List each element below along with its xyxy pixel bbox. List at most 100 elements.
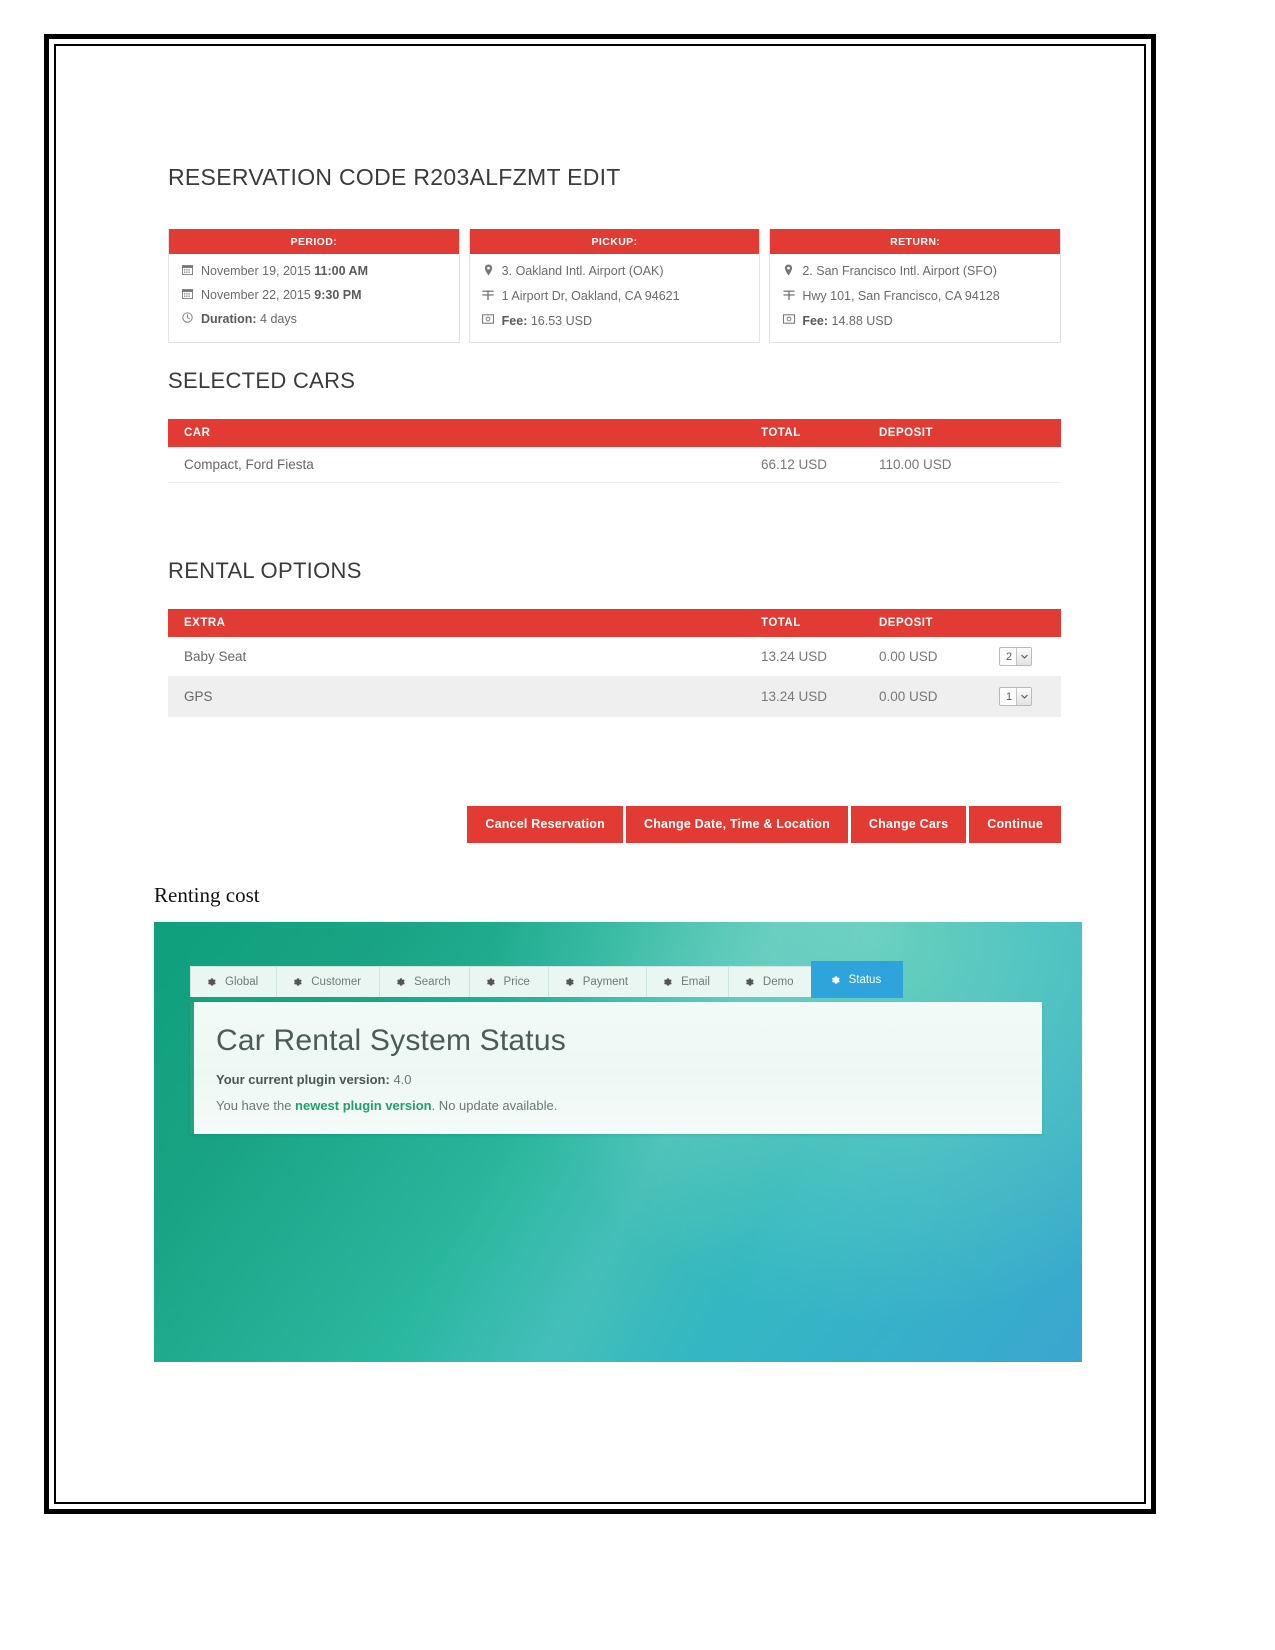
selected-car-spacer	[999, 447, 1061, 483]
plugin-screenshot-figure: Global Customer Search Price Payment Ema…	[154, 922, 1082, 1362]
return-address-row: Hwy 101, San Francisco, CA 94128	[770, 285, 1060, 310]
tab-payment[interactable]: Payment	[547, 966, 648, 997]
gear-icon	[291, 976, 303, 988]
gear-icon	[829, 974, 841, 986]
selected-cars-title: SELECTED CARS	[168, 368, 356, 393]
period-end-row: November 22, 2015 9:30 PM	[169, 284, 459, 308]
rental-option-name-gps: GPS	[168, 676, 761, 717]
gear-icon	[205, 976, 217, 988]
tab-email-label: Email	[681, 976, 710, 988]
period-end-text: November 22, 2015 9:30 PM	[201, 287, 362, 302]
road-icon	[482, 289, 495, 306]
road-icon	[782, 289, 795, 306]
rental-options-col-qty	[999, 609, 1061, 637]
return-location-row: 2. San Francisco Intl. Airport (SFO)	[770, 260, 1060, 285]
panel-pickup: PICKUP: 3. Oakland Intl. Airport (OAK) 1…	[468, 229, 761, 343]
return-address-text: Hwy 101, San Francisco, CA 94128	[802, 288, 1000, 303]
map-pin-icon	[782, 264, 795, 281]
chevron-down-icon[interactable]	[1016, 648, 1032, 665]
rental-option-deposit-gps: 0.00 USD	[879, 676, 999, 717]
pickup-fee-row: Fee: 16.53 USD	[470, 310, 760, 334]
rental-option-qty-cell-gps: 1	[999, 676, 1061, 717]
tab-customer[interactable]: Customer	[276, 966, 381, 997]
panel-return-title: RETURN:	[770, 229, 1061, 254]
plugin-update-line: You have the newest plugin version. No u…	[194, 1087, 1042, 1113]
plugin-settings-tabbar: Global Customer Search Price Payment Ema…	[190, 962, 903, 997]
quantity-value-baby-seat: 2	[1006, 650, 1013, 663]
table-row: Baby Seat 13.24 USD 0.00 USD 2	[168, 637, 1061, 677]
plugin-update-suffix: . No update available.	[431, 1098, 558, 1113]
quantity-value-gps: 1	[1006, 690, 1013, 703]
tab-global[interactable]: Global	[190, 966, 278, 997]
clock-icon	[181, 312, 194, 328]
selected-cars-table: CAR TOTAL DEPOSIT Compact, Ford Fiesta 6…	[168, 419, 1061, 483]
table-row: Compact, Ford Fiesta 66.12 USD 110.00 US…	[168, 447, 1061, 483]
pickup-fee-value: Fee: 16.53 USD	[501, 313, 592, 328]
change-cars-button[interactable]: Change Cars	[850, 806, 967, 843]
tab-customer-label: Customer	[311, 976, 362, 988]
gear-icon	[661, 976, 673, 988]
tab-price[interactable]: Price	[468, 966, 549, 997]
selected-cars-col-spacer	[999, 419, 1061, 447]
selected-cars-col-deposit: DEPOSIT	[879, 419, 999, 447]
tab-global-label: Global	[225, 976, 259, 988]
tab-email[interactable]: Email	[646, 966, 729, 997]
rental-options-col-extra: EXTRA	[168, 609, 761, 637]
period-duration-row: Duration: 4 days	[169, 308, 459, 332]
rental-option-name-baby-seat: Baby Seat	[168, 637, 761, 677]
selected-cars-col-total: TOTAL	[761, 419, 879, 447]
gear-icon	[394, 976, 406, 988]
period-duration-text: Duration: 4 days	[201, 311, 297, 326]
change-date-time-location-button[interactable]: Change Date, Time & Location	[625, 806, 848, 843]
panel-return: RETURN: 2. San Francisco Intl. Airport (…	[769, 229, 1062, 343]
gear-icon	[484, 976, 496, 988]
return-fee-row: Fee: 14.88 USD	[770, 310, 1060, 334]
panel-period-body: November 19, 2015 11:00 AM November 22, …	[169, 254, 459, 340]
rental-options-title: RENTAL OPTIONS	[168, 558, 362, 583]
tab-price-label: Price	[503, 976, 530, 988]
rental-option-qty-cell-baby-seat: 2	[999, 637, 1061, 677]
chevron-down-icon[interactable]	[1016, 688, 1032, 705]
table-row: GPS 13.24 USD 0.00 USD 1	[168, 676, 1061, 717]
rental-options-header-row: EXTRA TOTAL DEPOSIT	[168, 609, 1061, 637]
gear-icon	[563, 976, 575, 988]
cancel-reservation-button[interactable]: Cancel Reservation	[467, 806, 623, 843]
rental-options-col-total: TOTAL	[761, 609, 879, 637]
plugin-version-label: Your current plugin version:	[216, 1072, 390, 1087]
panel-pickup-body: 3. Oakland Intl. Airport (OAK) 1 Airport…	[470, 254, 760, 342]
plugin-update-prefix: You have the	[216, 1098, 296, 1113]
pickup-location-row: 3. Oakland Intl. Airport (OAK)	[470, 260, 760, 285]
tab-status[interactable]: Status	[811, 962, 903, 997]
pickup-address-row: 1 Airport Dr, Oakland, CA 94621	[470, 285, 760, 310]
reservation-summary-panels: PERIOD: November 19, 2015 11:00 AM Novem…	[168, 229, 1062, 343]
money-icon	[482, 314, 495, 329]
document-page-inner-border: RESERVATION CODE R203ALFZMT EDIT PERIOD:…	[54, 44, 1146, 1504]
figure-caption: Renting cost	[154, 883, 260, 907]
plugin-update-strong: newest plugin version	[295, 1098, 432, 1113]
rental-option-total-baby-seat: 13.24 USD	[761, 637, 879, 677]
plugin-version-value: 4.0	[389, 1072, 412, 1087]
panel-period-title: PERIOD:	[169, 229, 459, 254]
tab-search[interactable]: Search	[379, 966, 470, 997]
continue-button[interactable]: Continue	[969, 806, 1061, 843]
pickup-fee-text: 1 Airport Dr, Oakland, CA 94621	[501, 288, 680, 303]
rental-option-deposit-baby-seat: 0.00 USD	[879, 637, 999, 677]
gear-icon	[743, 976, 755, 988]
tab-search-label: Search	[414, 976, 451, 988]
panel-pickup-title: PICKUP:	[469, 229, 760, 254]
plugin-version-line: Your current plugin version: 4.0	[194, 1058, 1042, 1087]
period-start-row: November 19, 2015 11:00 AM	[169, 260, 459, 284]
money-icon	[782, 314, 795, 329]
quantity-select-gps[interactable]: 1	[999, 687, 1033, 706]
page-title: RESERVATION CODE R203ALFZMT EDIT	[168, 164, 621, 190]
reservation-action-buttons: Cancel Reservation Change Date, Time & L…	[168, 806, 1061, 843]
rental-option-total-gps: 13.24 USD	[761, 676, 879, 717]
tab-demo-label: Demo	[762, 976, 794, 988]
panel-period: PERIOD: November 19, 2015 11:00 AM Novem…	[168, 229, 460, 343]
tab-demo[interactable]: Demo	[727, 966, 813, 997]
selected-car-name: Compact, Ford Fiesta	[168, 447, 761, 483]
tab-status-label: Status	[848, 974, 882, 986]
quantity-select-baby-seat[interactable]: 2	[999, 647, 1033, 666]
document-page-frame: RESERVATION CODE R203ALFZMT EDIT PERIOD:…	[44, 34, 1156, 1514]
selected-car-deposit: 110.00 USD	[879, 447, 999, 483]
